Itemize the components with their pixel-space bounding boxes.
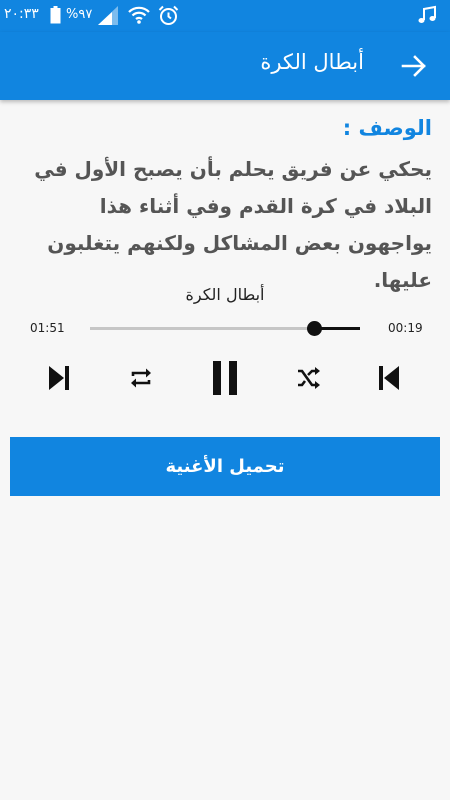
battery-icon bbox=[50, 6, 61, 24]
status-bar: ٢٠:٣٣ %٩٧ bbox=[0, 0, 450, 32]
page-title: أبطال الكرة bbox=[260, 50, 364, 74]
skip-previous-icon bbox=[379, 366, 399, 390]
elapsed-time: 01:51 bbox=[30, 321, 65, 335]
music-icon bbox=[418, 5, 436, 23]
pause-button[interactable] bbox=[205, 358, 245, 398]
skip-previous-button[interactable] bbox=[370, 358, 410, 398]
skip-next-icon bbox=[49, 366, 69, 390]
description-heading: الوصف : bbox=[342, 116, 432, 140]
status-time: ٢٠:٣٣ bbox=[4, 6, 39, 22]
shuffle-icon bbox=[298, 367, 320, 389]
seek-bar[interactable] bbox=[90, 319, 360, 339]
track-title: أبطال الكرة bbox=[185, 285, 265, 304]
battery-percentage: %٩٧ bbox=[66, 7, 93, 22]
repeat-button[interactable] bbox=[121, 358, 161, 398]
description-text: يحكي عن فريق يحلم بأن يصبح الأول في البل… bbox=[34, 157, 432, 292]
wifi-icon bbox=[128, 6, 150, 24]
arrow-right-icon[interactable] bbox=[400, 52, 428, 80]
seek-thumb[interactable] bbox=[306, 321, 322, 336]
download-song-button[interactable]: تحميل الأغنية bbox=[10, 437, 440, 496]
remaining-time: 00:19 bbox=[388, 321, 423, 335]
skip-next-button[interactable] bbox=[38, 358, 78, 398]
repeat-icon bbox=[131, 368, 151, 388]
alarm-icon bbox=[158, 5, 179, 25]
app-bar: أبطال الكرة bbox=[0, 32, 450, 100]
signal-icon bbox=[98, 6, 118, 25]
shuffle-button[interactable] bbox=[288, 358, 328, 398]
pause-icon bbox=[213, 361, 237, 395]
